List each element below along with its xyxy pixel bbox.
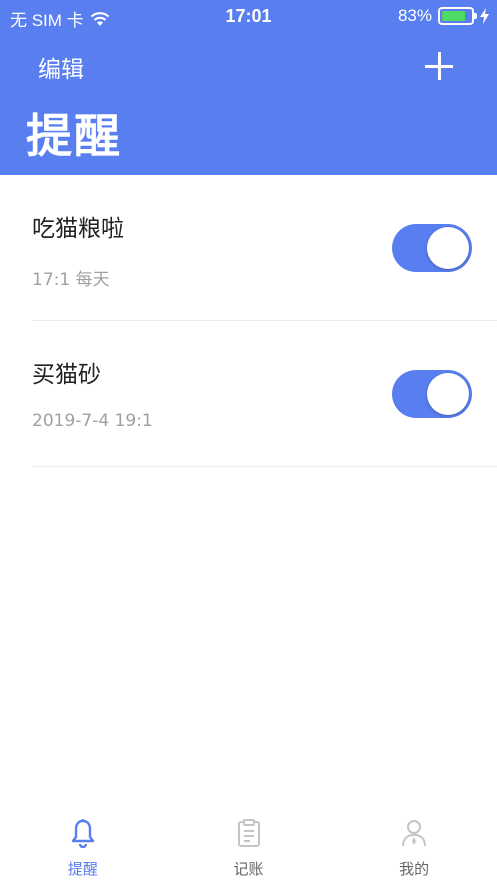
battery-percent: 83% xyxy=(397,6,432,25)
status-bar: 无 SIM 卡 17:01 83% xyxy=(0,0,497,34)
battery-group: 83% xyxy=(398,6,489,26)
charging-icon xyxy=(480,8,489,24)
tab-reminders[interactable]: 提醒 xyxy=(0,808,166,883)
reminder-schedule: 2019-7-4 19:1 xyxy=(32,411,153,431)
battery-icon xyxy=(438,7,477,25)
list-item[interactable]: 吃猫粮啦 17:1 每天 xyxy=(0,175,497,321)
reminder-list: 吃猫粮啦 17:1 每天 买猫砂 2019-7-4 19:1 xyxy=(0,175,497,467)
tab-accounting[interactable]: 记账 xyxy=(166,808,332,883)
edit-button[interactable]: 编辑 xyxy=(38,50,84,84)
page-title: 提醒 xyxy=(26,109,122,163)
tab-bar: 提醒 记账 我的 xyxy=(0,808,497,883)
bell-icon xyxy=(71,819,95,848)
person-icon xyxy=(402,820,427,847)
tab-profile[interactable]: 我的 xyxy=(331,808,497,883)
battery-level xyxy=(442,11,466,21)
tab-label: 我的 xyxy=(399,860,430,878)
reminder-title: 买猫砂 xyxy=(32,362,101,388)
toggle-knob xyxy=(427,227,469,269)
reminder-toggle[interactable] xyxy=(392,224,472,272)
reminder-title: 吃猫粮啦 xyxy=(32,216,124,242)
list-item[interactable]: 买猫砂 2019-7-4 19:1 xyxy=(0,321,497,467)
plus-icon[interactable] xyxy=(425,52,453,80)
reminder-schedule: 17:1 每天 xyxy=(32,270,110,290)
clipboard-icon xyxy=(237,819,260,847)
reminder-toggle[interactable] xyxy=(392,370,472,418)
divider xyxy=(32,466,497,467)
tab-label: 记账 xyxy=(233,860,264,878)
tab-label: 提醒 xyxy=(67,860,98,878)
nav-bar: 编辑 提醒 xyxy=(0,34,497,175)
toggle-knob xyxy=(427,373,469,415)
